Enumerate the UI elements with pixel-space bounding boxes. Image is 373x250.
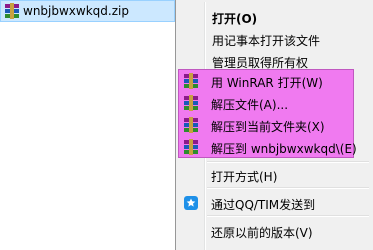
file-name: wnbjbwxwkqd.zip — [23, 4, 129, 18]
menu-item-open[interactable]: 打开(O) — [178, 6, 372, 28]
selected-file[interactable]: wnbjbwxwkqd.zip — [0, 0, 175, 22]
winrar-archive-icon — [5, 3, 19, 19]
menu-item-open-notepad[interactable]: 用记事本打开该文件 — [178, 28, 372, 50]
menu-item-label: 用记事本打开该文件 — [212, 34, 321, 48]
menu-item-label: 打开(O) — [212, 12, 258, 26]
winrar-highlight-group — [178, 69, 354, 158]
